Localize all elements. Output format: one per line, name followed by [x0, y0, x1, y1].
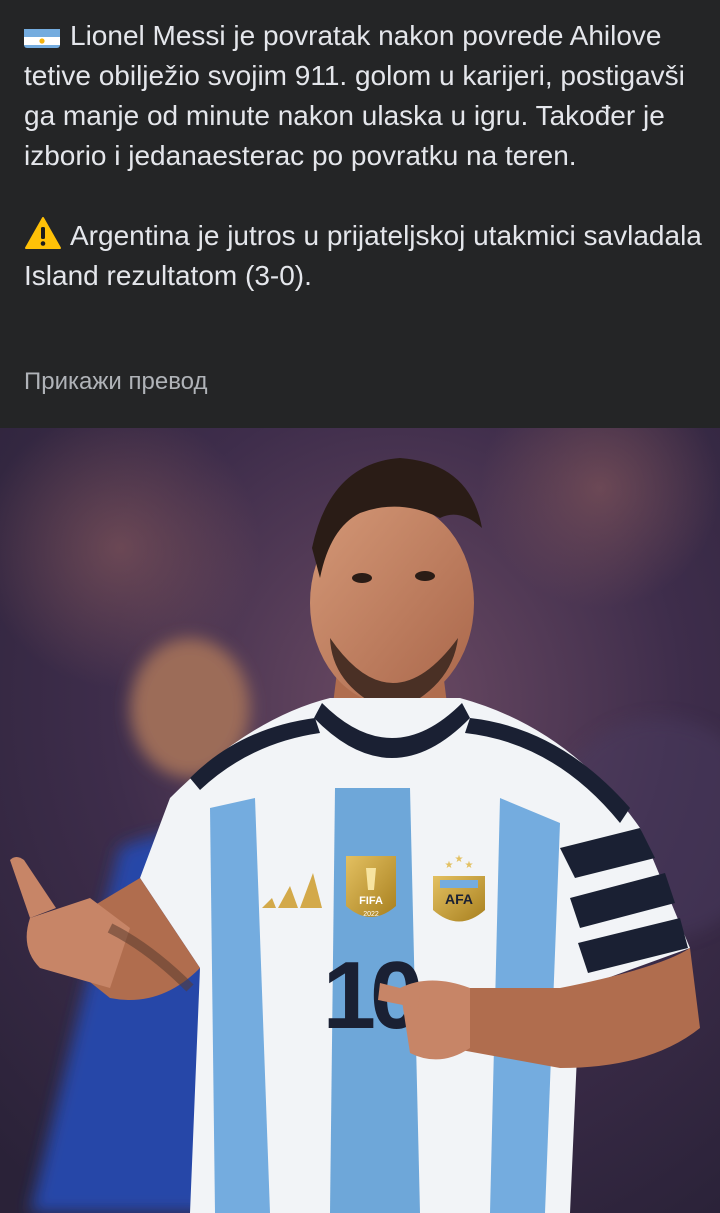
- svg-text:★: ★: [455, 854, 464, 865]
- svg-text:2022: 2022: [363, 911, 379, 918]
- post-container: Lionel Messi je povratak nakon povrede A…: [0, 0, 720, 1213]
- argentina-flag-icon: [24, 24, 60, 48]
- post-paragraph-1: Lionel Messi je povratak nakon povrede A…: [24, 16, 704, 176]
- post-text: Lionel Messi je povratak nakon povrede A…: [24, 16, 704, 296]
- post-paragraph-1-text: Lionel Messi je povratak nakon povrede A…: [24, 20, 685, 171]
- post-photo[interactable]: FIFA 2022 AFA ★ ★ ★ 10: [0, 428, 720, 1213]
- see-translation-link[interactable]: Прикажи превод: [24, 364, 208, 400]
- warning-icon: [24, 216, 62, 250]
- fifa-badge: FIFA 2022: [346, 856, 396, 918]
- svg-text:★: ★: [465, 860, 474, 871]
- svg-text:FIFA: FIFA: [359, 895, 383, 907]
- post-paragraph-2: Argentina je jutros u prijateljskoj utak…: [24, 216, 704, 296]
- svg-text:AFA: AFA: [445, 891, 473, 907]
- svg-text:★: ★: [445, 860, 454, 871]
- post-paragraph-2-text: Argentina je jutros u prijateljskoj utak…: [24, 220, 702, 291]
